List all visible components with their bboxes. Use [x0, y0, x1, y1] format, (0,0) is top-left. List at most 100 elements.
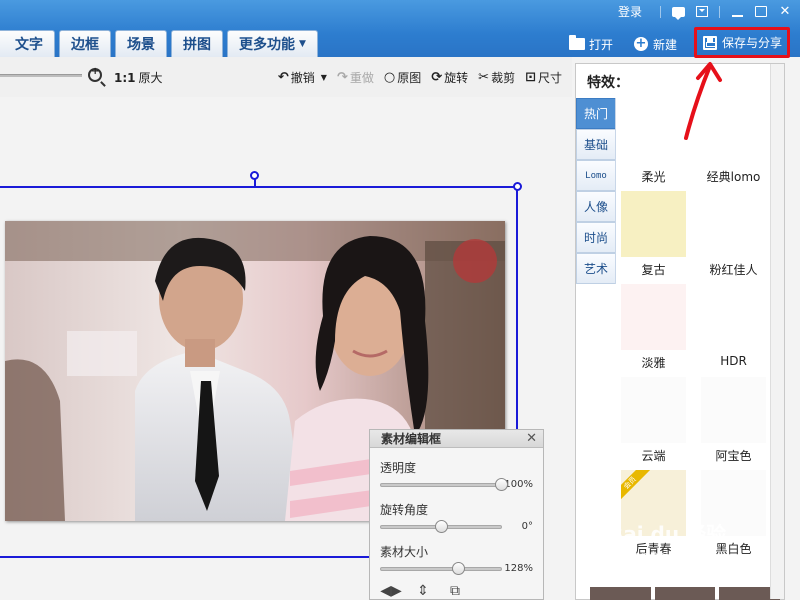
tab-collage[interactable]: 拼图 [171, 30, 223, 57]
resize-icon: ⊡ [525, 70, 536, 85]
open-label: 打开 [588, 37, 613, 52]
save-share-button[interactable]: 保存与分享 [693, 27, 790, 58]
maximize-icon[interactable] [754, 5, 768, 19]
category-art[interactable]: 艺术 [576, 253, 615, 284]
original-icon: ○ [383, 70, 396, 85]
effect-name: HDR [720, 354, 747, 368]
login-link[interactable]: 登录 [618, 3, 642, 20]
new-button[interactable]: + 新建 [630, 32, 680, 56]
effect-item[interactable]: 云端 [621, 377, 686, 464]
effect-thumbnail [701, 377, 766, 443]
effect-name: 云端 [641, 449, 666, 463]
effect-thumbnail [701, 284, 766, 350]
material-editor-panel: 素材编辑框 ✕ 透明度 100% 旋转角度 0° 素材大小 128% ◀▶ ⇕ … [369, 429, 544, 600]
save-disk-icon [702, 35, 718, 50]
redo-icon: ↷ [336, 70, 348, 85]
ratio-prefix: 1:1 [114, 71, 136, 85]
effect-thumbnail[interactable] [590, 587, 651, 600]
effect-item[interactable]: 阿宝色 [701, 377, 766, 464]
redo-button[interactable]: ↷ 重做 [337, 69, 374, 86]
editing-canvas[interactable]: 素材编辑框 ✕ 透明度 100% 旋转角度 0° 素材大小 128% ◀▶ ⇕ … [0, 97, 572, 600]
category-hot[interactable]: 热门 [576, 98, 615, 129]
tab-text[interactable]: 文字 [0, 30, 55, 57]
folder-icon [568, 35, 585, 51]
rotate-handle[interactable] [250, 171, 259, 180]
watermark: Bai du 经验 jingyan.baidu.com [608, 518, 726, 562]
category-portrait[interactable]: 人像 [576, 191, 615, 222]
effect-name: 经典lomo [706, 170, 761, 184]
tab-border[interactable]: 边框 [59, 30, 111, 57]
message-icon[interactable] [671, 5, 685, 20]
file-actions: 打开 + 新建 保存与分享 [566, 27, 790, 58]
menu-dropdown-icon[interactable] [695, 5, 709, 19]
undo-label: 撤销 [290, 71, 315, 85]
redo-label: 重做 [349, 71, 374, 85]
tab-more-features[interactable]: 更多功能 ▼ [227, 30, 318, 57]
scale-slider[interactable] [380, 561, 502, 575]
opacity-label: 透明度 [380, 461, 417, 475]
category-fashion[interactable]: 时尚 [576, 222, 615, 253]
flip-horizontal-icon[interactable]: ◀▶ [380, 582, 402, 600]
resize-handle[interactable] [513, 182, 522, 191]
rotate-icon: ⟳ [431, 70, 443, 85]
panel-close-icon[interactable]: ✕ [526, 431, 537, 446]
separator [719, 5, 720, 18]
opacity-slider[interactable] [380, 477, 508, 491]
actual-size-button[interactable]: 1:1 原大 [114, 69, 163, 86]
effect-grid: 柔光 经典lomo 复古 粉红佳人 淡雅 HDR 云端 阿宝色 会员 后青春 黑… [621, 98, 781, 557]
minimize-icon[interactable] [730, 5, 744, 19]
save-share-label: 保存与分享 [721, 36, 782, 50]
flip-vertical-icon[interactable]: ⇕ [414, 582, 432, 600]
effect-item[interactable]: 复古 [621, 191, 686, 278]
effect-thumbnail [701, 191, 766, 257]
member-badge: 会员 [621, 470, 652, 505]
crop-button[interactable]: ✂ 裁剪 [478, 69, 515, 86]
size-label: 尺寸 [537, 71, 562, 85]
window-controls: 登录 ✕ [618, 3, 792, 20]
rotation-value: 0° [521, 521, 533, 532]
tab-scene[interactable]: 场景 [115, 30, 167, 57]
size-button[interactable]: ⊡ 尺寸 [525, 69, 562, 86]
panel-header[interactable]: 素材编辑框 ✕ [370, 430, 543, 448]
scale-label: 素材大小 [380, 545, 429, 559]
scissors-icon: ✂ [478, 70, 490, 85]
main-tabs: 文字 边框 场景 拼图 更多功能 ▼ [0, 30, 318, 57]
chevron-down-icon: ▼ [299, 39, 306, 49]
effect-item[interactable]: 粉红佳人 [701, 191, 766, 278]
panel-title: 素材编辑框 [381, 432, 442, 446]
effect-item[interactable]: 柔光 [621, 98, 686, 185]
effect-item[interactable]: 经典lomo [701, 98, 766, 185]
open-button[interactable]: 打开 [566, 32, 616, 56]
scale-slider-knob[interactable] [451, 561, 465, 575]
effect-item[interactable]: HDR [701, 284, 766, 371]
layer-order-icon[interactable]: ⧉ [446, 582, 464, 600]
rotation-slider-knob[interactable] [435, 519, 448, 533]
effect-item[interactable]: 淡雅 [621, 284, 686, 371]
original-button[interactable]: ○ 原图 [384, 69, 421, 86]
effect-thumbnail [621, 284, 686, 350]
separator [660, 5, 661, 18]
category-lomo[interactable]: Lomo [576, 160, 615, 191]
tool-group: ↶ 撤销 ▼ ↷ 重做 ○ 原图 ⟳ 旋转 ✂ 裁剪 ⊡ 尺寸 [278, 69, 562, 86]
ratio-label: 原大 [138, 71, 163, 85]
effect-name: 粉红佳人 [709, 263, 758, 277]
opacity-slider-knob[interactable] [495, 477, 508, 491]
title-bar: 登录 ✕ 文字 边框 场景 拼图 更多功能 ▼ 打开 + 新建 保存与分享 [0, 0, 800, 58]
effect-thumbnail[interactable] [654, 587, 716, 600]
close-icon[interactable]: ✕ [778, 5, 792, 19]
chevron-down-icon[interactable]: ▼ [321, 73, 327, 82]
effect-thumbnail [701, 98, 766, 164]
rotation-slider[interactable] [380, 519, 502, 533]
zoom-slider[interactable] [0, 74, 82, 77]
rotation-label: 旋转角度 [380, 503, 429, 517]
category-basic[interactable]: 基础 [576, 129, 615, 160]
zoom-in-icon[interactable] [88, 66, 102, 82]
scale-value: 128% [504, 563, 533, 574]
undo-icon: ↶ [277, 70, 289, 85]
effect-name: 淡雅 [641, 356, 666, 370]
sidebar-scrollbar[interactable] [770, 64, 784, 599]
watermark-line1: Bai du 经验 [608, 522, 727, 546]
effect-thumbnail [621, 191, 686, 257]
undo-button[interactable]: ↶ 撤销 ▼ [278, 69, 327, 86]
rotate-button[interactable]: ⟳ 旋转 [431, 69, 468, 86]
